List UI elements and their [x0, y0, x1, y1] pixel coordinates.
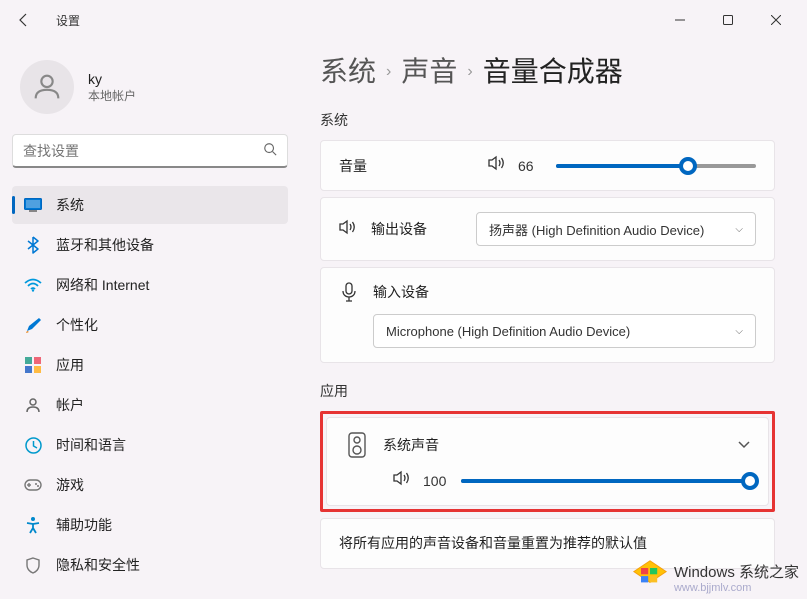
maximize-button[interactable]	[705, 4, 751, 36]
nav-accessibility[interactable]: 辅助功能	[12, 506, 288, 544]
nav-network[interactable]: 网络和 Internet	[12, 266, 288, 304]
speaker-icon[interactable]	[488, 155, 506, 176]
profile-subtitle: 本地帐户	[88, 87, 136, 104]
chevron-right-icon: ›	[467, 63, 472, 81]
breadcrumb: 系统 › 声音 › 音量合成器	[320, 50, 775, 90]
expand-button[interactable]	[738, 436, 750, 454]
close-button[interactable]	[753, 4, 799, 36]
system-sound-value: 100	[423, 473, 449, 489]
nav-label: 辅助功能	[56, 515, 112, 535]
back-button[interactable]	[8, 4, 40, 36]
nav-label: 隐私和安全性	[56, 555, 140, 575]
nav-label: 时间和语言	[56, 435, 126, 455]
apps-icon	[24, 356, 42, 374]
chevron-right-icon: ›	[386, 63, 391, 81]
minimize-button[interactable]	[657, 4, 703, 36]
nav-label: 网络和 Internet	[56, 275, 149, 295]
brush-icon	[24, 316, 42, 334]
nav-label: 帐户	[56, 395, 84, 415]
section-system-title: 系统	[320, 110, 775, 130]
sidebar: ky 本地帐户 系统 蓝牙和其他设备 网络和 Internet	[0, 40, 300, 599]
breadcrumb-sound[interactable]: 声音	[401, 50, 457, 90]
search-icon	[263, 142, 277, 159]
reset-text: 将所有应用的声音设备和音量重置为推荐的默认值	[339, 533, 756, 554]
breadcrumb-system[interactable]: 系统	[320, 50, 376, 90]
nav-time-language[interactable]: 时间和语言	[12, 426, 288, 464]
input-device-card: 输入设备 Microphone (High Definition Audio D…	[320, 267, 775, 363]
wifi-icon	[24, 276, 42, 294]
chevron-down-icon: ⌵	[735, 224, 743, 235]
nav-gaming[interactable]: 游戏	[12, 466, 288, 504]
nav-personalization[interactable]: 个性化	[12, 306, 288, 344]
watermark: Windows 系统之家 www.bjjmlv.com	[632, 559, 799, 595]
nav-privacy[interactable]: 隐私和安全性	[12, 546, 288, 584]
search-input[interactable]	[23, 143, 263, 159]
volume-label: 音量	[339, 156, 367, 176]
nav-bluetooth[interactable]: 蓝牙和其他设备	[12, 226, 288, 264]
microphone-icon	[339, 282, 359, 302]
watermark-sub: www.bjjmlv.com	[674, 582, 799, 594]
nav-system[interactable]: 系统	[12, 186, 288, 224]
nav-label: 应用	[56, 355, 84, 375]
avatar	[20, 60, 74, 114]
window-title: 设置	[56, 12, 80, 29]
system-sound-slider[interactable]	[461, 471, 750, 491]
speaker-icon[interactable]	[393, 470, 411, 491]
system-sound-label: 系统声音	[383, 435, 439, 455]
system-sound-card-highlight: 系统声音 100	[320, 411, 775, 512]
profile-name: ky	[88, 71, 136, 87]
profile[interactable]: ky 本地帐户	[12, 48, 288, 134]
chevron-down-icon: ⌵	[735, 326, 743, 337]
nav: 系统 蓝牙和其他设备 网络和 Internet 个性化 应用 帐户	[12, 186, 288, 584]
output-device-value: 扬声器 (High Definition Audio Device)	[489, 220, 727, 239]
nav-apps[interactable]: 应用	[12, 346, 288, 384]
input-device-dropdown[interactable]: Microphone (High Definition Audio Device…	[373, 314, 756, 348]
volume-card: 音量 66	[320, 140, 775, 191]
clock-icon	[24, 436, 42, 454]
nav-label: 游戏	[56, 475, 84, 495]
speaker-box-icon	[345, 432, 369, 458]
input-device-value: Microphone (High Definition Audio Device…	[386, 324, 727, 339]
input-label: 输入设备	[373, 282, 429, 302]
bluetooth-icon	[24, 236, 42, 254]
search-box[interactable]	[12, 134, 288, 168]
speaker-icon	[339, 219, 357, 240]
account-icon	[24, 396, 42, 414]
breadcrumb-mixer: 音量合成器	[483, 50, 623, 90]
shield-icon	[24, 556, 42, 574]
volume-slider[interactable]	[556, 156, 756, 176]
watermark-main: Windows 系统之家	[674, 561, 799, 582]
volume-value: 66	[518, 158, 544, 174]
nav-label: 系统	[56, 195, 84, 215]
gamepad-icon	[24, 476, 42, 494]
accessibility-icon	[24, 516, 42, 534]
nav-label: 个性化	[56, 315, 98, 335]
output-label: 输出设备	[371, 219, 427, 239]
windows-logo-icon	[632, 559, 668, 595]
output-device-card: 输出设备 扬声器 (High Definition Audio Device) …	[320, 197, 775, 261]
system-icon	[24, 196, 42, 214]
nav-label: 蓝牙和其他设备	[56, 235, 154, 255]
section-apps-title: 应用	[320, 381, 775, 401]
output-device-dropdown[interactable]: 扬声器 (High Definition Audio Device) ⌵	[476, 212, 756, 246]
content: 系统 › 声音 › 音量合成器 系统 音量 66	[300, 40, 807, 599]
nav-accounts[interactable]: 帐户	[12, 386, 288, 424]
